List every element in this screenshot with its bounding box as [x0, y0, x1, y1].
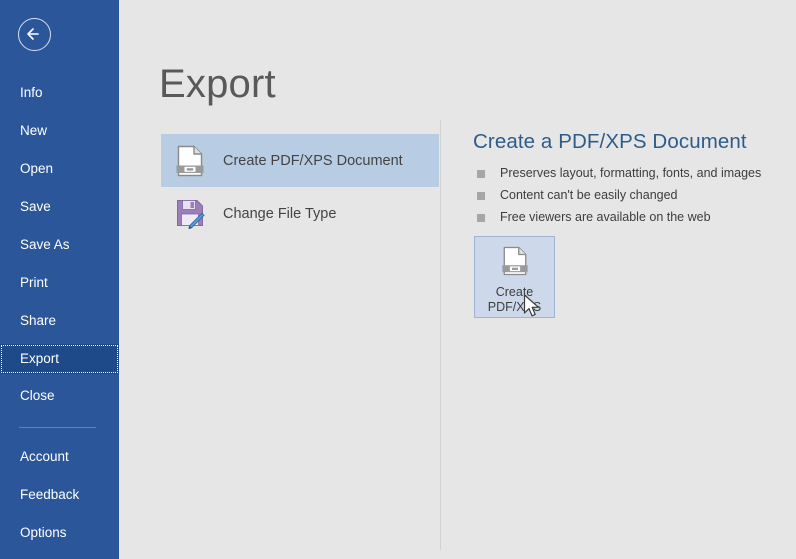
back-button[interactable] [18, 18, 51, 51]
export-option-create-pdf[interactable]: Create PDF/XPS Document [161, 134, 439, 187]
sidebar-divider [19, 427, 96, 428]
details-heading: Create a PDF/XPS Document [473, 130, 747, 153]
sidebar-item-close[interactable]: Close [0, 381, 119, 411]
details-bullet-item: Free viewers are available on the web [473, 210, 783, 224]
bullet-square-icon [477, 170, 485, 178]
bullet-square-icon [477, 192, 485, 200]
sidebar-item-open[interactable]: Open [0, 154, 119, 184]
create-pdf-xps-button-label: Create PDF/XPS [487, 285, 542, 314]
export-option-change-file-type[interactable]: Change File Type [161, 187, 439, 240]
details-bullet-text: Content can't be easily changed [500, 188, 678, 202]
sidebar-item-export[interactable]: Export [0, 344, 119, 374]
export-options-list: Create PDF/XPS Document Change File Type [161, 134, 439, 240]
export-backstage-view: Info New Open Save Save As Print Share Export Cl… [0, 0, 796, 559]
sidebar-item-options[interactable]: Options [0, 518, 119, 548]
details-bullet-item: Content can't be easily changed [473, 188, 783, 202]
sidebar-item-info[interactable]: Info [0, 78, 119, 108]
export-option-label: Create PDF/XPS Document [223, 152, 403, 169]
floppy-disk-pencil-icon [172, 196, 208, 232]
details-bullet-item: Preserves layout, formatting, fonts, and… [473, 166, 783, 180]
create-pdf-xps-button[interactable]: Create PDF/XPS [474, 236, 555, 318]
pdf-document-icon [501, 246, 529, 281]
sidebar-item-print[interactable]: Print [0, 268, 119, 298]
details-bullet-list: Preserves layout, formatting, fonts, and… [473, 166, 783, 224]
sidebar-item-account[interactable]: Account [0, 442, 119, 472]
details-bullet-text: Free viewers are available on the web [500, 210, 711, 224]
sidebar-item-share[interactable]: Share [0, 306, 119, 336]
main-content: Export Create PDF/XPS Document Change Fi… [119, 0, 796, 559]
details-bullet-text: Preserves layout, formatting, fonts, and… [500, 166, 762, 180]
details-panel: Create a PDF/XPS Document Preserves layo… [473, 130, 783, 232]
page-title: Export [159, 62, 276, 106]
sidebar-item-save[interactable]: Save [0, 192, 119, 222]
sidebar-item-new[interactable]: New [0, 116, 119, 146]
column-divider [440, 120, 441, 550]
backstage-sidebar: Info New Open Save Save As Print Share Export Cl… [0, 0, 119, 559]
export-option-label: Change File Type [223, 205, 337, 222]
pdf-document-icon [172, 143, 208, 179]
back-arrow-icon [27, 28, 39, 40]
sidebar-item-feedback[interactable]: Feedback [0, 480, 119, 510]
sidebar-item-save-as[interactable]: Save As [0, 230, 119, 260]
bullet-square-icon [477, 214, 485, 222]
